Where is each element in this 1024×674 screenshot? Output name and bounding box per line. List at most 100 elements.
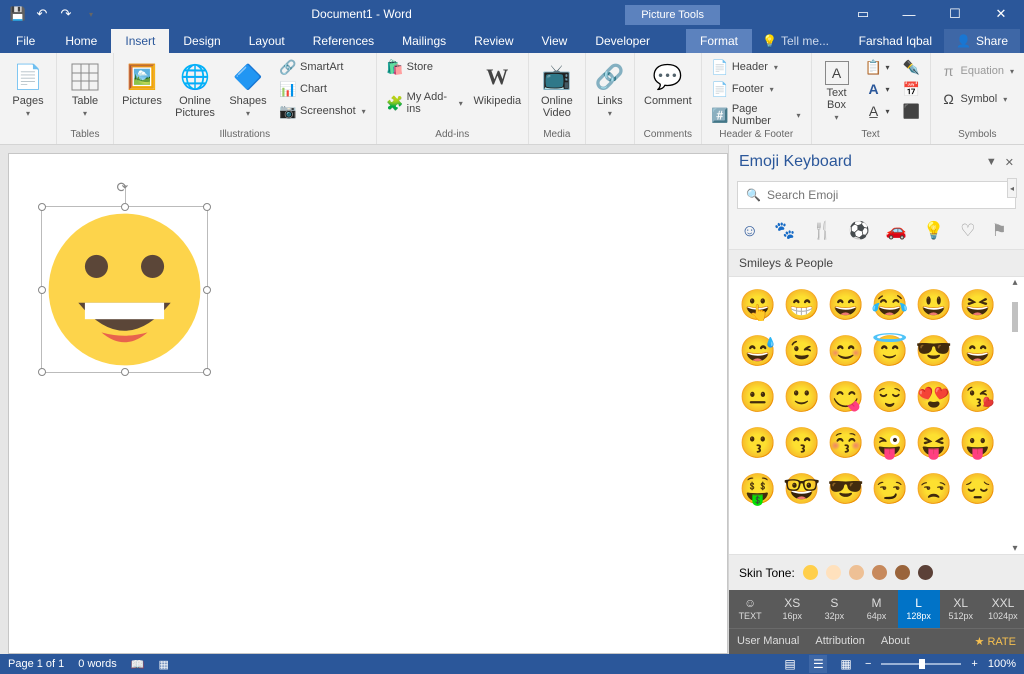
maximize-icon[interactable]: ☐	[932, 0, 978, 28]
emoji-cell[interactable]: 😒	[915, 467, 953, 511]
chart-button[interactable]: 📊Chart	[276, 79, 370, 99]
header-button[interactable]: 📄Header	[708, 57, 805, 77]
resize-handle[interactable]	[203, 368, 211, 376]
cat-food-icon[interactable]: 🍴	[812, 221, 833, 241]
save-icon[interactable]: 💾	[10, 6, 26, 22]
spell-check-icon[interactable]: 📖	[131, 658, 145, 671]
emoji-search-input[interactable]	[767, 188, 1007, 202]
online-pictures-button[interactable]: 🌐Online Pictures	[170, 57, 220, 119]
tell-me-search[interactable]: 💡 Tell me...	[752, 29, 839, 53]
screenshot-button[interactable]: 📷Screenshot	[276, 101, 370, 121]
pages-button[interactable]: 📄 Pages ▾	[6, 57, 50, 118]
size-l[interactable]: L128px	[898, 590, 940, 628]
cat-flags-icon[interactable]: ⚑	[991, 221, 1006, 241]
emoji-cell[interactable]: 🙂	[783, 375, 821, 419]
scroll-down-icon[interactable]: ▾	[1012, 543, 1017, 554]
read-mode-icon[interactable]: ▤	[781, 657, 799, 671]
tab-format[interactable]: Format	[686, 29, 752, 53]
qat-customize-icon[interactable]	[82, 6, 98, 22]
equation-button[interactable]: πEquation	[937, 61, 1018, 81]
resize-handle[interactable]	[203, 203, 211, 211]
tab-home[interactable]: Home	[51, 29, 111, 53]
minimize-icon[interactable]: ―	[886, 0, 932, 28]
cat-symbols-icon[interactable]: ♡	[960, 221, 975, 241]
shapes-button[interactable]: 🔷Shapes▾	[226, 57, 270, 118]
ribbon-options-icon[interactable]: ▭	[840, 0, 886, 28]
tab-developer[interactable]: Developer	[581, 29, 664, 53]
size-xs[interactable]: XS16px	[771, 590, 813, 628]
tab-review[interactable]: Review	[460, 29, 527, 53]
footer-button[interactable]: 📄Footer	[708, 79, 805, 99]
emoji-cell[interactable]: 😄	[959, 329, 997, 373]
store-button[interactable]: 🛍️Store	[383, 57, 467, 77]
emoji-cell[interactable]: 😔	[959, 467, 997, 511]
emoji-cell[interactable]: 😘	[959, 375, 997, 419]
emoji-cell[interactable]: 😍	[915, 375, 953, 419]
emoji-cell[interactable]: 😙	[783, 421, 821, 465]
size-xxl[interactable]: XXL1024px	[982, 590, 1024, 628]
emoji-cell[interactable]: 😉	[783, 329, 821, 373]
resize-handle[interactable]	[38, 286, 46, 294]
tab-insert[interactable]: Insert	[111, 29, 169, 53]
size-m[interactable]: M64px	[855, 590, 897, 628]
emoji-cell[interactable]: 😄	[827, 283, 865, 327]
cat-travel-icon[interactable]: 🚗	[886, 221, 907, 241]
zoom-out-icon[interactable]: −	[865, 658, 871, 670]
page-number-button[interactable]: #️⃣Page Number	[708, 101, 805, 129]
size-text[interactable]: ☺TEXT	[729, 590, 771, 628]
links-button[interactable]: 🔗Links▾	[592, 57, 628, 118]
emoji-cell[interactable]: 😚	[827, 421, 865, 465]
share-button[interactable]: 👤 Share	[944, 29, 1020, 53]
resize-handle[interactable]	[203, 286, 211, 294]
tab-file[interactable]: File	[0, 29, 51, 53]
emoji-cell[interactable]: 😜	[871, 421, 909, 465]
skin-tone-swatch[interactable]	[872, 565, 887, 580]
emoji-cell[interactable]: 😃	[915, 283, 953, 327]
tab-mailings[interactable]: Mailings	[388, 29, 460, 53]
emoji-cell[interactable]: 😂	[871, 283, 909, 327]
scroll-up-icon[interactable]: ▴	[1012, 277, 1017, 288]
rate-button[interactable]: ★ RATE	[975, 635, 1016, 648]
emoji-cell[interactable]: 🤓	[783, 467, 821, 511]
emoji-cell[interactable]: 😝	[915, 421, 953, 465]
tab-design[interactable]: Design	[169, 29, 234, 53]
tab-references[interactable]: References	[299, 29, 388, 53]
cat-activities-icon[interactable]: ⚽	[849, 221, 870, 241]
skin-tone-swatch[interactable]	[849, 565, 864, 580]
emoji-cell[interactable]: 😎	[915, 329, 953, 373]
resize-handle[interactable]	[121, 368, 129, 376]
zoom-in-icon[interactable]: +	[971, 658, 977, 670]
cat-objects-icon[interactable]: 💡	[923, 221, 944, 241]
emoji-cell[interactable]: 😗	[739, 421, 777, 465]
zoom-slider[interactable]	[881, 663, 961, 665]
emoji-scrollbar[interactable]: ▴ ▾	[1008, 277, 1022, 554]
emoji-cell[interactable]: 😋	[827, 375, 865, 419]
size-xl[interactable]: XL512px	[940, 590, 982, 628]
date-time-button[interactable]: 📅	[900, 79, 924, 99]
zoom-level[interactable]: 100%	[988, 658, 1016, 670]
emoji-cell[interactable]: 😐	[739, 375, 777, 419]
rotate-handle-icon[interactable]: ⟳	[117, 179, 129, 196]
emoji-cell[interactable]: 🤑	[739, 467, 777, 511]
emoji-search[interactable]: 🔍 ◂	[737, 181, 1016, 209]
emoji-cell[interactable]: 😅	[739, 329, 777, 373]
undo-icon[interactable]: ↶	[34, 6, 50, 22]
scroll-thumb[interactable]	[1012, 302, 1018, 332]
selected-picture[interactable]: ⟳	[41, 206, 208, 373]
wikipedia-button[interactable]: WWikipedia	[473, 57, 522, 107]
page-indicator[interactable]: Page 1 of 1	[8, 658, 64, 670]
my-addins-button[interactable]: 🧩My Add-ins	[383, 89, 467, 117]
redo-icon[interactable]: ↷	[58, 6, 74, 22]
online-video-button[interactable]: 📺Online Video	[535, 57, 579, 119]
link-user-manual[interactable]: User Manual	[737, 635, 799, 648]
skin-tone-swatch[interactable]	[918, 565, 933, 580]
wordart-button[interactable]: A▾	[862, 79, 894, 99]
emoji-cell[interactable]: 😇	[871, 329, 909, 373]
emoji-cell[interactable]: 😁	[783, 283, 821, 327]
link-attribution[interactable]: Attribution	[815, 635, 865, 648]
comment-button[interactable]: 💬Comment	[641, 57, 695, 107]
object-button[interactable]: ⬛	[900, 101, 924, 121]
smartart-button[interactable]: 🔗SmartArt	[276, 57, 370, 77]
web-layout-icon[interactable]: ▦	[837, 657, 855, 671]
quick-parts-button[interactable]: 📋▾	[862, 57, 894, 77]
